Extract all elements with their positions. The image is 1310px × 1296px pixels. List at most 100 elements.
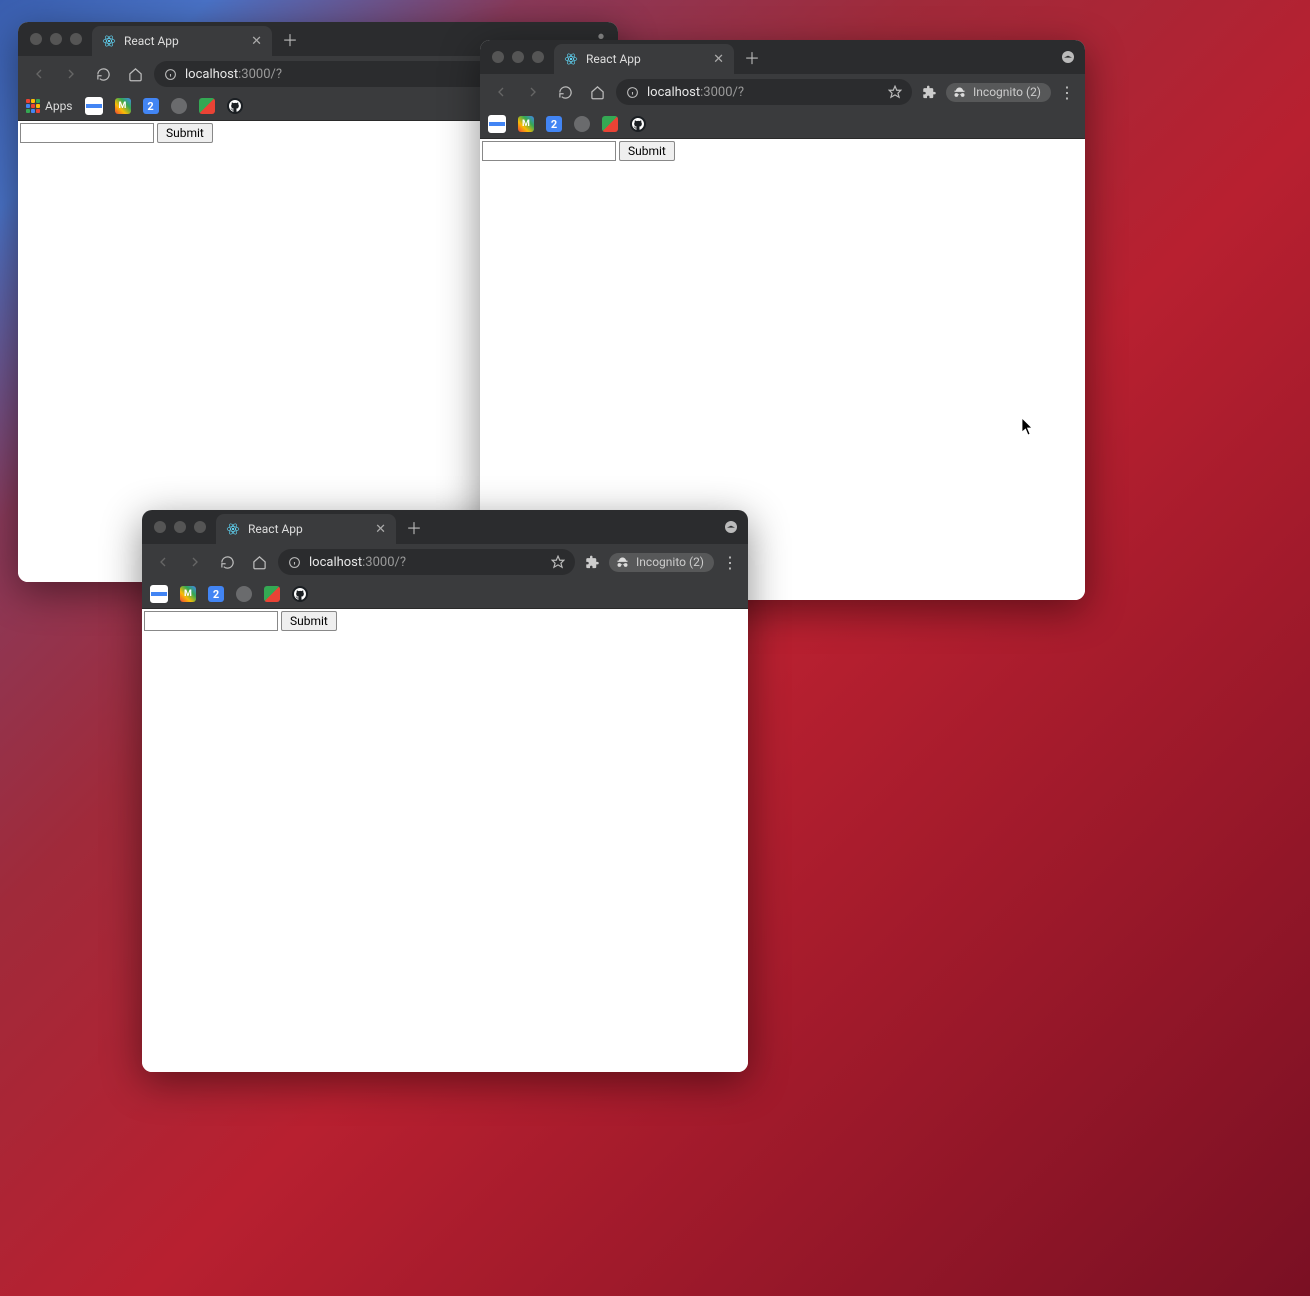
react-favicon-icon bbox=[102, 34, 116, 48]
grey-circle-icon bbox=[236, 586, 252, 602]
blue-square-icon: 2 bbox=[546, 116, 562, 132]
site-info-icon[interactable] bbox=[288, 556, 301, 569]
new-tab-button[interactable]: ＋ bbox=[282, 27, 298, 51]
tab-title: React App bbox=[586, 52, 705, 66]
bookmark-calendar[interactable] bbox=[488, 115, 506, 133]
maximize-window-button[interactable] bbox=[70, 33, 82, 45]
reload-button[interactable] bbox=[552, 79, 578, 105]
blue-square-icon: 2 bbox=[208, 586, 224, 602]
site-info-icon[interactable] bbox=[164, 68, 177, 81]
extensions-button[interactable] bbox=[581, 555, 603, 570]
browser-tab[interactable]: React App ✕ bbox=[92, 26, 272, 56]
incognito-label: Incognito (2) bbox=[973, 85, 1041, 99]
maps-icon bbox=[602, 116, 618, 132]
titlebar: React App ✕ ＋ bbox=[480, 40, 1085, 74]
minimize-window-button[interactable] bbox=[174, 521, 186, 533]
url-text: localhost:3000/? bbox=[309, 555, 406, 570]
bookmark-star-icon[interactable] bbox=[551, 555, 565, 569]
home-button[interactable] bbox=[584, 79, 610, 105]
page-content: Submit bbox=[142, 609, 748, 1072]
submit-button[interactable]: Submit bbox=[281, 611, 337, 631]
bookmark-calendar[interactable] bbox=[85, 97, 103, 115]
minimize-window-button[interactable] bbox=[50, 33, 62, 45]
incognito-indicator-icon[interactable] bbox=[1059, 48, 1077, 66]
close-window-button[interactable] bbox=[154, 521, 166, 533]
menu-button[interactable]: ⋮ bbox=[720, 553, 740, 572]
bookmark-apps[interactable]: Apps bbox=[26, 99, 73, 113]
maps-icon bbox=[199, 98, 215, 114]
forward-button[interactable] bbox=[182, 549, 208, 575]
bookmark-gmail[interactable]: M bbox=[180, 586, 196, 602]
bookmark-gmail[interactable]: M bbox=[115, 98, 131, 114]
back-button[interactable] bbox=[26, 61, 52, 87]
close-window-button[interactable] bbox=[492, 51, 504, 63]
bookmark-blue[interactable]: 2 bbox=[546, 116, 562, 132]
tab-title: React App bbox=[248, 522, 367, 536]
bookmark-star-icon[interactable] bbox=[888, 85, 902, 99]
bookmark-maps[interactable] bbox=[264, 586, 280, 602]
grey-circle-icon bbox=[574, 116, 590, 132]
bookmark-grey[interactable] bbox=[236, 586, 252, 602]
react-favicon-icon bbox=[564, 52, 578, 66]
bookmark-maps[interactable] bbox=[602, 116, 618, 132]
back-button[interactable] bbox=[488, 79, 514, 105]
tab-title: React App bbox=[124, 34, 243, 48]
tab-close-icon[interactable]: ✕ bbox=[251, 34, 262, 49]
bookmark-blue[interactable]: 2 bbox=[208, 586, 224, 602]
tab-close-icon[interactable]: ✕ bbox=[375, 522, 386, 537]
site-info-icon[interactable] bbox=[626, 86, 639, 99]
bookmark-bar: M 2 bbox=[480, 110, 1085, 139]
back-button[interactable] bbox=[150, 549, 176, 575]
titlebar: React App ✕ ＋ bbox=[142, 510, 748, 544]
address-bar[interactable]: localhost:3000/? bbox=[616, 79, 912, 105]
url-text: localhost:3000/? bbox=[647, 85, 744, 100]
bookmark-github[interactable] bbox=[292, 586, 308, 602]
mouse-cursor-icon bbox=[1022, 418, 1034, 436]
reload-button[interactable] bbox=[90, 61, 116, 87]
github-icon bbox=[292, 586, 308, 602]
browser-tab[interactable]: React App ✕ bbox=[554, 44, 734, 74]
tab-close-icon[interactable]: ✕ bbox=[713, 52, 724, 67]
home-button[interactable] bbox=[246, 549, 272, 575]
incognito-icon bbox=[952, 85, 967, 100]
react-favicon-icon bbox=[226, 522, 240, 536]
submit-button[interactable]: Submit bbox=[157, 123, 213, 143]
menu-button[interactable]: ⋮ bbox=[1057, 83, 1077, 102]
forward-button[interactable] bbox=[58, 61, 84, 87]
browser-tab[interactable]: React App ✕ bbox=[216, 514, 396, 544]
bookmark-grey[interactable] bbox=[574, 116, 590, 132]
apps-grid-icon bbox=[26, 99, 40, 113]
maximize-window-button[interactable] bbox=[194, 521, 206, 533]
home-button[interactable] bbox=[122, 61, 148, 87]
incognito-badge[interactable]: Incognito (2) bbox=[609, 553, 714, 572]
text-input[interactable] bbox=[144, 611, 278, 631]
new-tab-button[interactable]: ＋ bbox=[406, 515, 422, 539]
bookmark-bar: M 2 bbox=[142, 580, 748, 609]
close-window-button[interactable] bbox=[30, 33, 42, 45]
address-bar[interactable]: localhost:3000/? bbox=[278, 549, 575, 575]
text-input[interactable] bbox=[482, 141, 616, 161]
minimize-window-button[interactable] bbox=[512, 51, 524, 63]
incognito-badge[interactable]: Incognito (2) bbox=[946, 83, 1051, 102]
calendar-icon bbox=[85, 97, 103, 115]
bookmark-github[interactable] bbox=[630, 116, 646, 132]
bookmark-grey[interactable] bbox=[171, 98, 187, 114]
traffic-lights bbox=[30, 33, 82, 45]
browser-window-3: React App ✕ ＋ bbox=[142, 510, 748, 1072]
gmail-icon: M bbox=[180, 586, 196, 602]
bookmark-maps[interactable] bbox=[199, 98, 215, 114]
reload-button[interactable] bbox=[214, 549, 240, 575]
bookmark-gmail[interactable]: M bbox=[518, 116, 534, 132]
bookmark-github[interactable] bbox=[227, 98, 243, 114]
bookmark-blue[interactable]: 2 bbox=[143, 98, 159, 114]
extensions-button[interactable] bbox=[918, 85, 940, 100]
submit-button[interactable]: Submit bbox=[619, 141, 675, 161]
maximize-window-button[interactable] bbox=[532, 51, 544, 63]
bookmark-calendar[interactable] bbox=[150, 585, 168, 603]
traffic-lights bbox=[154, 521, 206, 533]
text-input[interactable] bbox=[20, 123, 154, 143]
calendar-icon bbox=[488, 115, 506, 133]
forward-button[interactable] bbox=[520, 79, 546, 105]
incognito-indicator-icon[interactable] bbox=[722, 518, 740, 536]
new-tab-button[interactable]: ＋ bbox=[744, 45, 760, 69]
